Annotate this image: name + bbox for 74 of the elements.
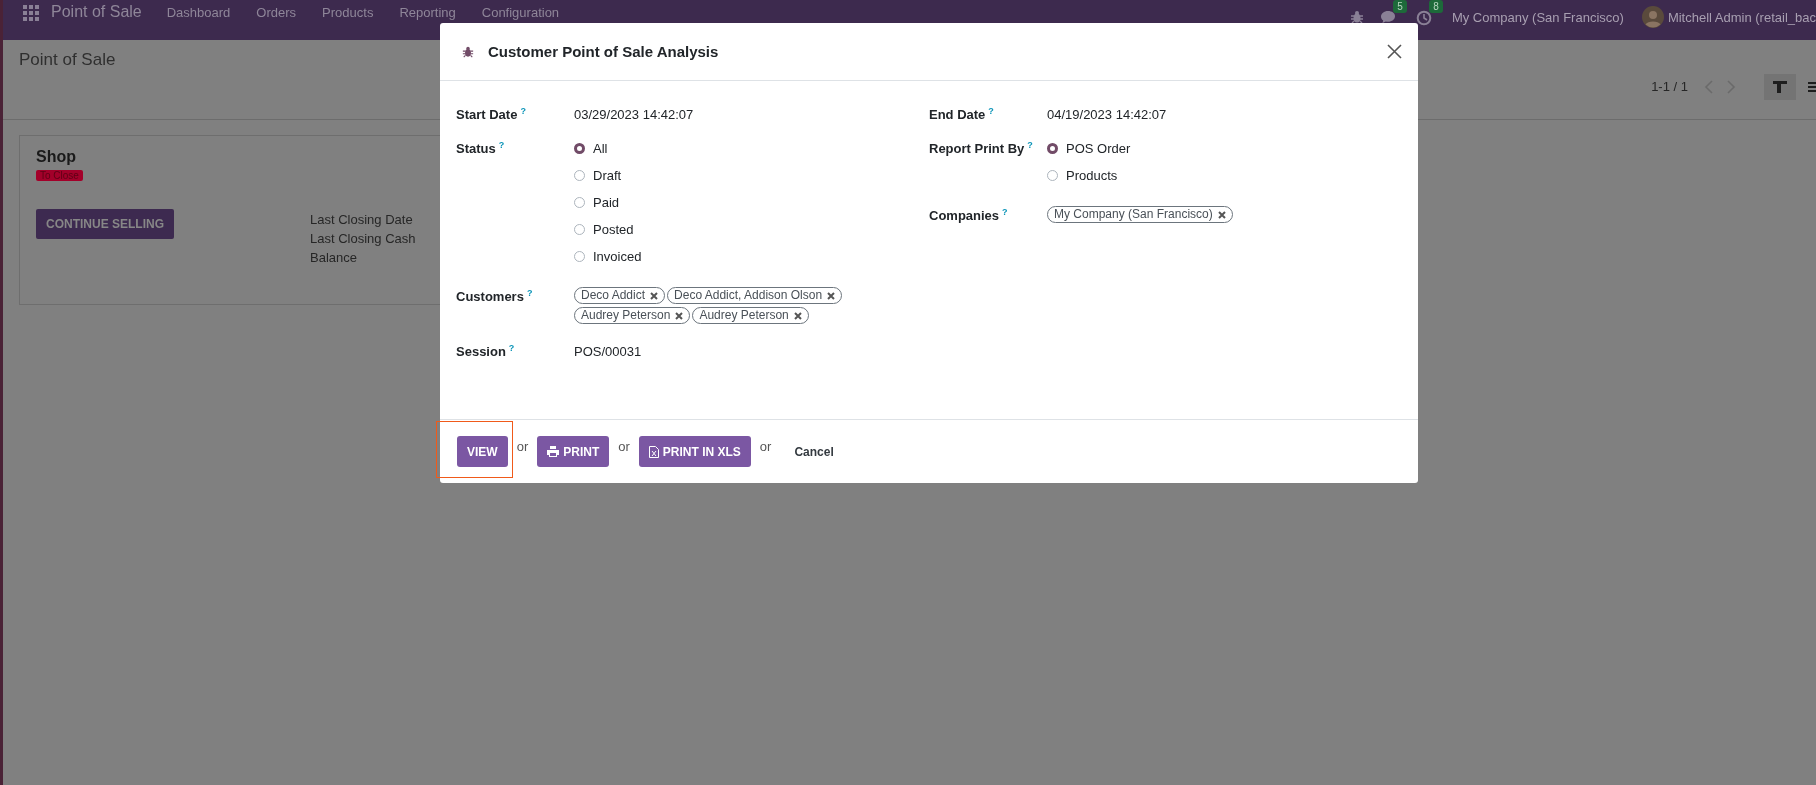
menu-item[interactable]: Orders	[243, 5, 310, 20]
continue-selling-button[interactable]: CONTINUE SELLING	[36, 209, 174, 239]
field-value[interactable]: POS/00031	[574, 342, 642, 359]
printer-icon	[547, 446, 560, 457]
card-title: Shop	[36, 148, 76, 166]
help-mark[interactable]: ?	[1027, 140, 1033, 150]
remove-icon[interactable]	[793, 311, 802, 320]
field-label: Customers	[456, 289, 524, 305]
help-mark[interactable]: ?	[988, 106, 994, 116]
info-label: Balance	[310, 249, 358, 267]
radio-button[interactable]	[574, 170, 585, 181]
clock-icon[interactable]	[1415, 10, 1432, 26]
field-value[interactable]: 03/29/2023 14:42:07	[574, 105, 694, 122]
spreadsheet-file-icon	[648, 445, 659, 458]
menu-item[interactable]: Dashboard	[153, 5, 244, 20]
remove-icon[interactable]	[1217, 210, 1226, 219]
or-text: or	[759, 439, 772, 454]
field-value[interactable]: 04/19/2023 14:42:07	[1047, 105, 1167, 122]
radio-label[interactable]: POS Order	[1066, 141, 1131, 156]
dialog-title: Customer Point of Sale Analysis	[488, 43, 719, 60]
menu-item[interactable]: Configuration	[468, 5, 573, 20]
radio-label[interactable]: Paid	[593, 195, 620, 210]
menu-item[interactable]: Reporting	[386, 5, 469, 20]
radio-label[interactable]: Products	[1066, 168, 1118, 183]
help-mark[interactable]: ?	[526, 288, 533, 298]
close-icon[interactable]	[1387, 44, 1402, 59]
radio-button[interactable]	[574, 197, 585, 208]
status-badge: To Close	[36, 170, 83, 181]
company-switcher[interactable]: My Company (San Francisco)	[1451, 10, 1624, 25]
view-button[interactable]: VIEW	[457, 436, 508, 467]
or-text: or	[516, 439, 529, 454]
info-label: Last Closing Date	[310, 211, 414, 229]
messages-badge: 5	[1393, 0, 1407, 13]
kanban-view-button[interactable]	[1764, 73, 1796, 100]
chat-icon[interactable]	[1379, 10, 1396, 24]
field-label: End Date	[929, 107, 986, 123]
remove-icon[interactable]	[650, 291, 659, 300]
list-view-icon[interactable]	[1808, 80, 1816, 93]
field-label: Session	[456, 344, 506, 360]
help-mark[interactable]: ?	[498, 140, 505, 150]
remove-icon[interactable]	[827, 291, 836, 300]
help-mark[interactable]: ?	[520, 106, 526, 116]
bug-icon	[462, 45, 474, 58]
pager-value[interactable]: 1-1 / 1	[1651, 79, 1688, 94]
radio-button[interactable]	[574, 224, 585, 235]
apps-menu-icon[interactable]	[23, 5, 39, 21]
breadcrumb: Point of Sale	[19, 50, 116, 71]
app-name[interactable]: Point of Sale	[51, 3, 142, 21]
radio-button[interactable]	[574, 251, 585, 262]
remove-icon[interactable]	[675, 311, 684, 320]
radio-label[interactable]: Draft	[593, 168, 622, 183]
kanban-icon	[1772, 79, 1788, 94]
field-label: Start Date	[456, 107, 518, 123]
field-label: Companies	[929, 208, 1000, 224]
field-label: Status	[456, 141, 496, 157]
radio-label[interactable]: All	[593, 141, 608, 156]
radio-button[interactable]	[1047, 170, 1058, 181]
radio-button[interactable]	[1047, 143, 1058, 154]
menu-item[interactable]: Products	[309, 5, 387, 20]
radio-button[interactable]	[574, 143, 585, 154]
cancel-button[interactable]: Cancel	[788, 438, 840, 465]
radio-label[interactable]: Posted	[593, 222, 634, 237]
help-mark[interactable]: ?	[1002, 207, 1008, 217]
field-label: Report Print By	[929, 141, 1025, 157]
radio-label[interactable]: Invoiced	[593, 249, 642, 264]
avatar-icon[interactable]	[1641, 6, 1664, 28]
info-label: Last Closing Cash	[310, 230, 416, 248]
help-mark[interactable]: ?	[508, 343, 515, 353]
bug-icon[interactable]	[1349, 10, 1364, 24]
user-menu[interactable]: Mitchell Admin (retail_bac	[1667, 10, 1816, 25]
print-button[interactable]: PRINT	[537, 436, 610, 467]
print-xls-button[interactable]: PRINT IN XLS	[638, 436, 751, 467]
or-text: or	[618, 439, 630, 454]
activities-badge: 8	[1429, 0, 1443, 13]
